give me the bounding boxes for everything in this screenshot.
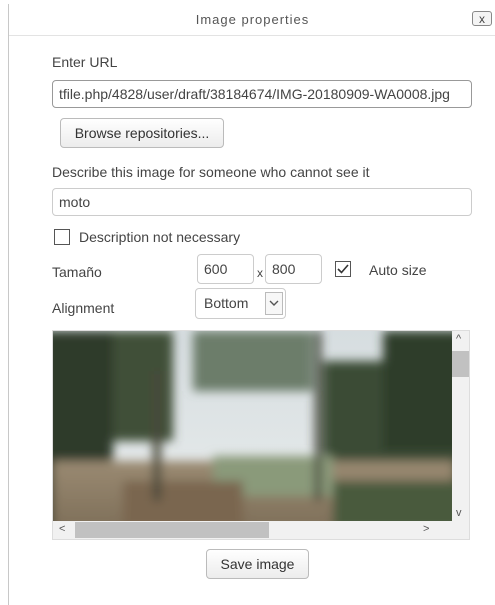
size-label: Tamaño xyxy=(52,264,102,280)
width-input[interactable]: 600 xyxy=(197,254,254,284)
dropdown-button[interactable] xyxy=(265,292,283,315)
close-button[interactable]: x xyxy=(472,11,492,26)
close-icon: x xyxy=(479,11,485,26)
scroll-down-icon[interactable]: v xyxy=(456,507,462,519)
vertical-scrollbar[interactable]: ^ v xyxy=(452,331,469,523)
chevron-down-icon xyxy=(269,300,279,306)
alignment-label: Alignment xyxy=(52,300,115,316)
url-label: Enter URL xyxy=(52,54,118,70)
alignment-selected-value: Bottom xyxy=(204,295,249,311)
auto-size-label: Auto size xyxy=(369,262,427,278)
save-image-button[interactable]: Save image xyxy=(206,549,309,579)
browse-repositories-button[interactable]: Browse repositories... xyxy=(60,118,224,148)
description-input[interactable]: moto xyxy=(52,188,472,216)
scroll-left-icon[interactable]: < xyxy=(59,523,65,535)
description-not-necessary-checkbox[interactable] xyxy=(54,229,70,245)
dialog-title: Image properties xyxy=(195,12,310,27)
description-not-necessary-label: Description not necessary xyxy=(79,229,241,245)
image-preview: ^ v < > xyxy=(52,330,470,540)
description-label: Describe this image for someone who cann… xyxy=(52,164,370,180)
alignment-select[interactable]: Bottom xyxy=(195,288,286,319)
checkmark-icon xyxy=(337,264,349,274)
url-input[interactable]: tfile.php/4828/user/draft/38184674/IMG-2… xyxy=(52,80,472,108)
scroll-up-icon[interactable]: ^ xyxy=(456,333,461,345)
image-properties-dialog: Image properties x Enter URL tfile.php/4… xyxy=(8,4,495,605)
horizontal-scrollbar[interactable]: < > xyxy=(53,521,469,539)
size-separator: x xyxy=(257,266,263,280)
vertical-scroll-thumb[interactable] xyxy=(452,351,469,377)
auto-size-checkbox[interactable] xyxy=(335,261,351,277)
photo-image xyxy=(53,331,454,523)
scroll-right-icon[interactable]: > xyxy=(423,523,429,535)
height-input[interactable]: 800 xyxy=(265,254,322,284)
horizontal-scroll-thumb[interactable] xyxy=(75,522,269,538)
dialog-titlebar: Image properties x xyxy=(9,4,495,36)
